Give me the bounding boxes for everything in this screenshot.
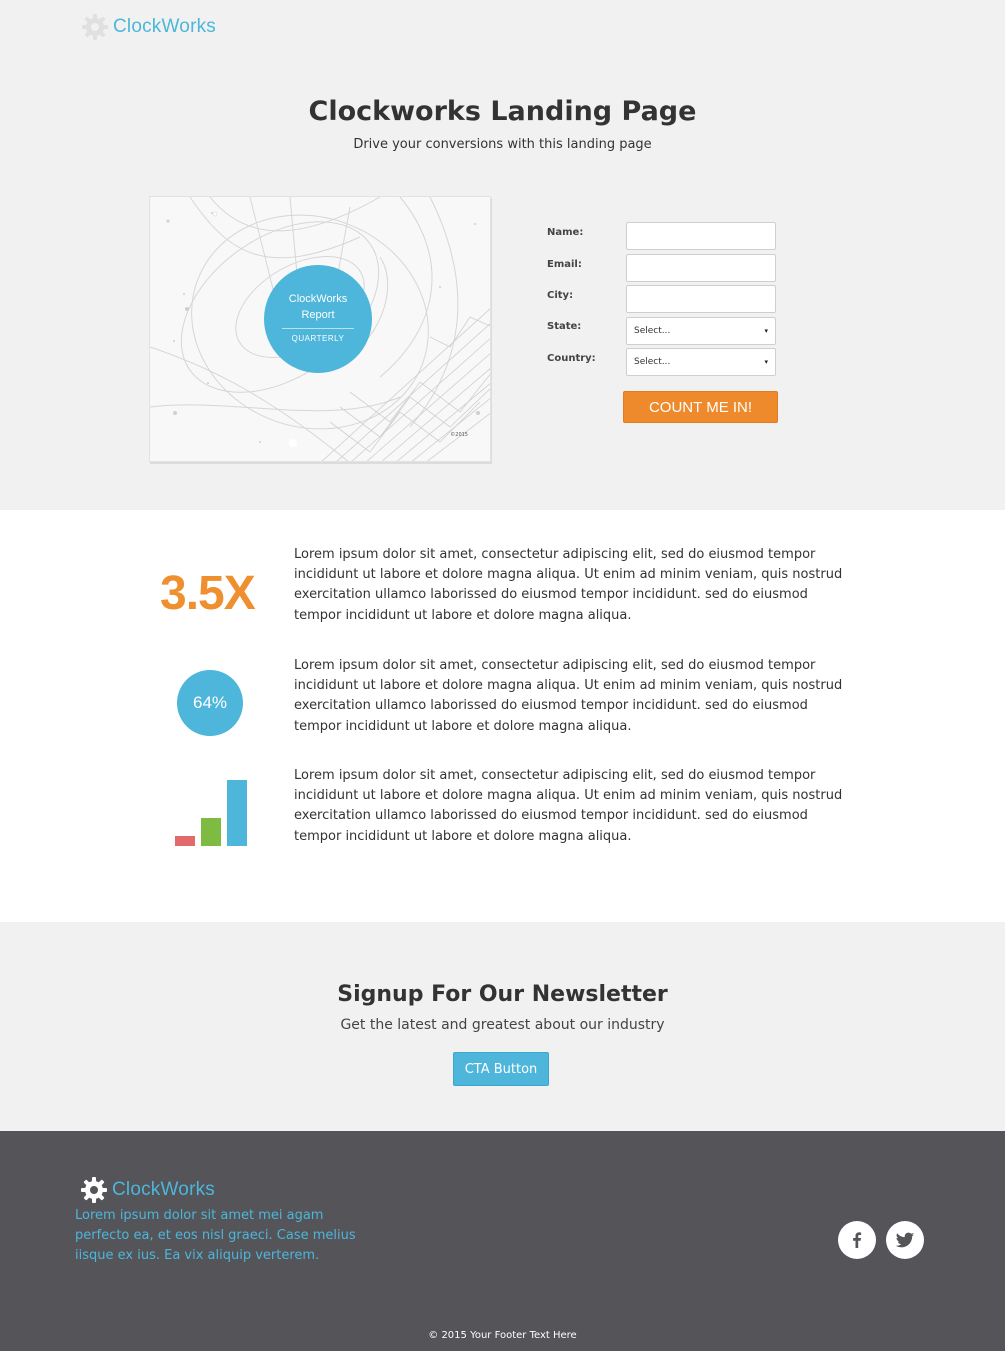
- page-subtitle: Drive your conversions with this landing…: [353, 137, 652, 152]
- country-select[interactable]: Select... ▾: [626, 348, 776, 376]
- footer-description: Lorem ipsum dolor sit amet mei agam perf…: [75, 1208, 356, 1263]
- bar-chart-icon: [175, 780, 247, 846]
- report-subtitle: QUARTERLY: [291, 334, 345, 343]
- footer-brand-name: ClockWorks: [112, 1179, 215, 1200]
- country-select-value: Select...: [634, 357, 671, 367]
- state-label: State:: [547, 321, 582, 332]
- cta-button[interactable]: CTA Button: [453, 1052, 549, 1086]
- caret-down-icon: ▾: [764, 327, 768, 335]
- report-title-line2: Report: [301, 309, 335, 321]
- email-label: Email:: [547, 259, 582, 270]
- city-field[interactable]: [626, 285, 776, 313]
- multiplier-stat: 3.5X: [160, 567, 256, 620]
- report-copyright: ©2015: [450, 432, 468, 438]
- percent-value: 64%: [192, 693, 228, 712]
- email-field[interactable]: [626, 254, 776, 282]
- report-divider: [282, 328, 354, 329]
- city-label: City:: [547, 290, 574, 301]
- feature-text-2: Lorem ipsum dolor sit amet, consectetur …: [294, 658, 843, 734]
- page-title: Clockworks Landing Page: [308, 96, 697, 127]
- feature-text-3: Lorem ipsum dolor sit amet, consectetur …: [294, 768, 843, 844]
- facebook-icon: [853, 1232, 862, 1248]
- state-select-value: Select...: [634, 326, 671, 336]
- bar-chart-icon-bar-large: [227, 780, 247, 846]
- percent-circle: 64%: [177, 670, 243, 736]
- features-section: 3.5X Lorem ipsum dolor sit amet, consect…: [0, 510, 1005, 922]
- state-select[interactable]: Select... ▾: [626, 317, 776, 345]
- twitter-link[interactable]: [886, 1221, 924, 1259]
- header-logo[interactable]: ClockWorks: [81, 13, 216, 41]
- report-cover-image: ClockWorks Report QUARTERLY ©2015: [149, 196, 491, 462]
- gear-icon: [82, 14, 108, 40]
- newsletter-section: Signup For Our Newsletter Get the latest…: [0, 922, 1005, 1131]
- bar-chart-icon-bar-small: [175, 836, 195, 846]
- newsletter-subtitle: Get the latest and greatest about our in…: [340, 1017, 665, 1033]
- country-label: Country:: [547, 353, 596, 364]
- caret-down-icon: ▾: [764, 358, 768, 366]
- footer: ClockWorks Lorem ipsum dolor sit amet me…: [0, 1131, 1005, 1351]
- newsletter-title: Signup For Our Newsletter: [337, 982, 668, 1007]
- facebook-link[interactable]: [838, 1221, 876, 1259]
- count-me-in-button[interactable]: COUNT ME IN!: [623, 391, 778, 423]
- name-field[interactable]: [626, 222, 776, 250]
- brand-name: ClockWorks: [113, 16, 216, 37]
- name-label: Name:: [547, 227, 584, 238]
- copyright-text: © 2015 Your Footer Text Here: [428, 1330, 577, 1341]
- gear-icon: [81, 1177, 107, 1203]
- footer-logo[interactable]: ClockWorks: [80, 1176, 215, 1204]
- feature-text-1: Lorem ipsum dolor sit amet, consectetur …: [294, 547, 843, 623]
- hero-section: ClockWorks Clockworks Landing Page Drive…: [0, 0, 1005, 510]
- report-title-line1: ClockWorks: [288, 293, 348, 305]
- report-badge: ClockWorks Report QUARTERLY: [264, 265, 372, 373]
- twitter-icon: [895, 1232, 915, 1248]
- bar-chart-icon-bar-medium: [201, 818, 221, 846]
